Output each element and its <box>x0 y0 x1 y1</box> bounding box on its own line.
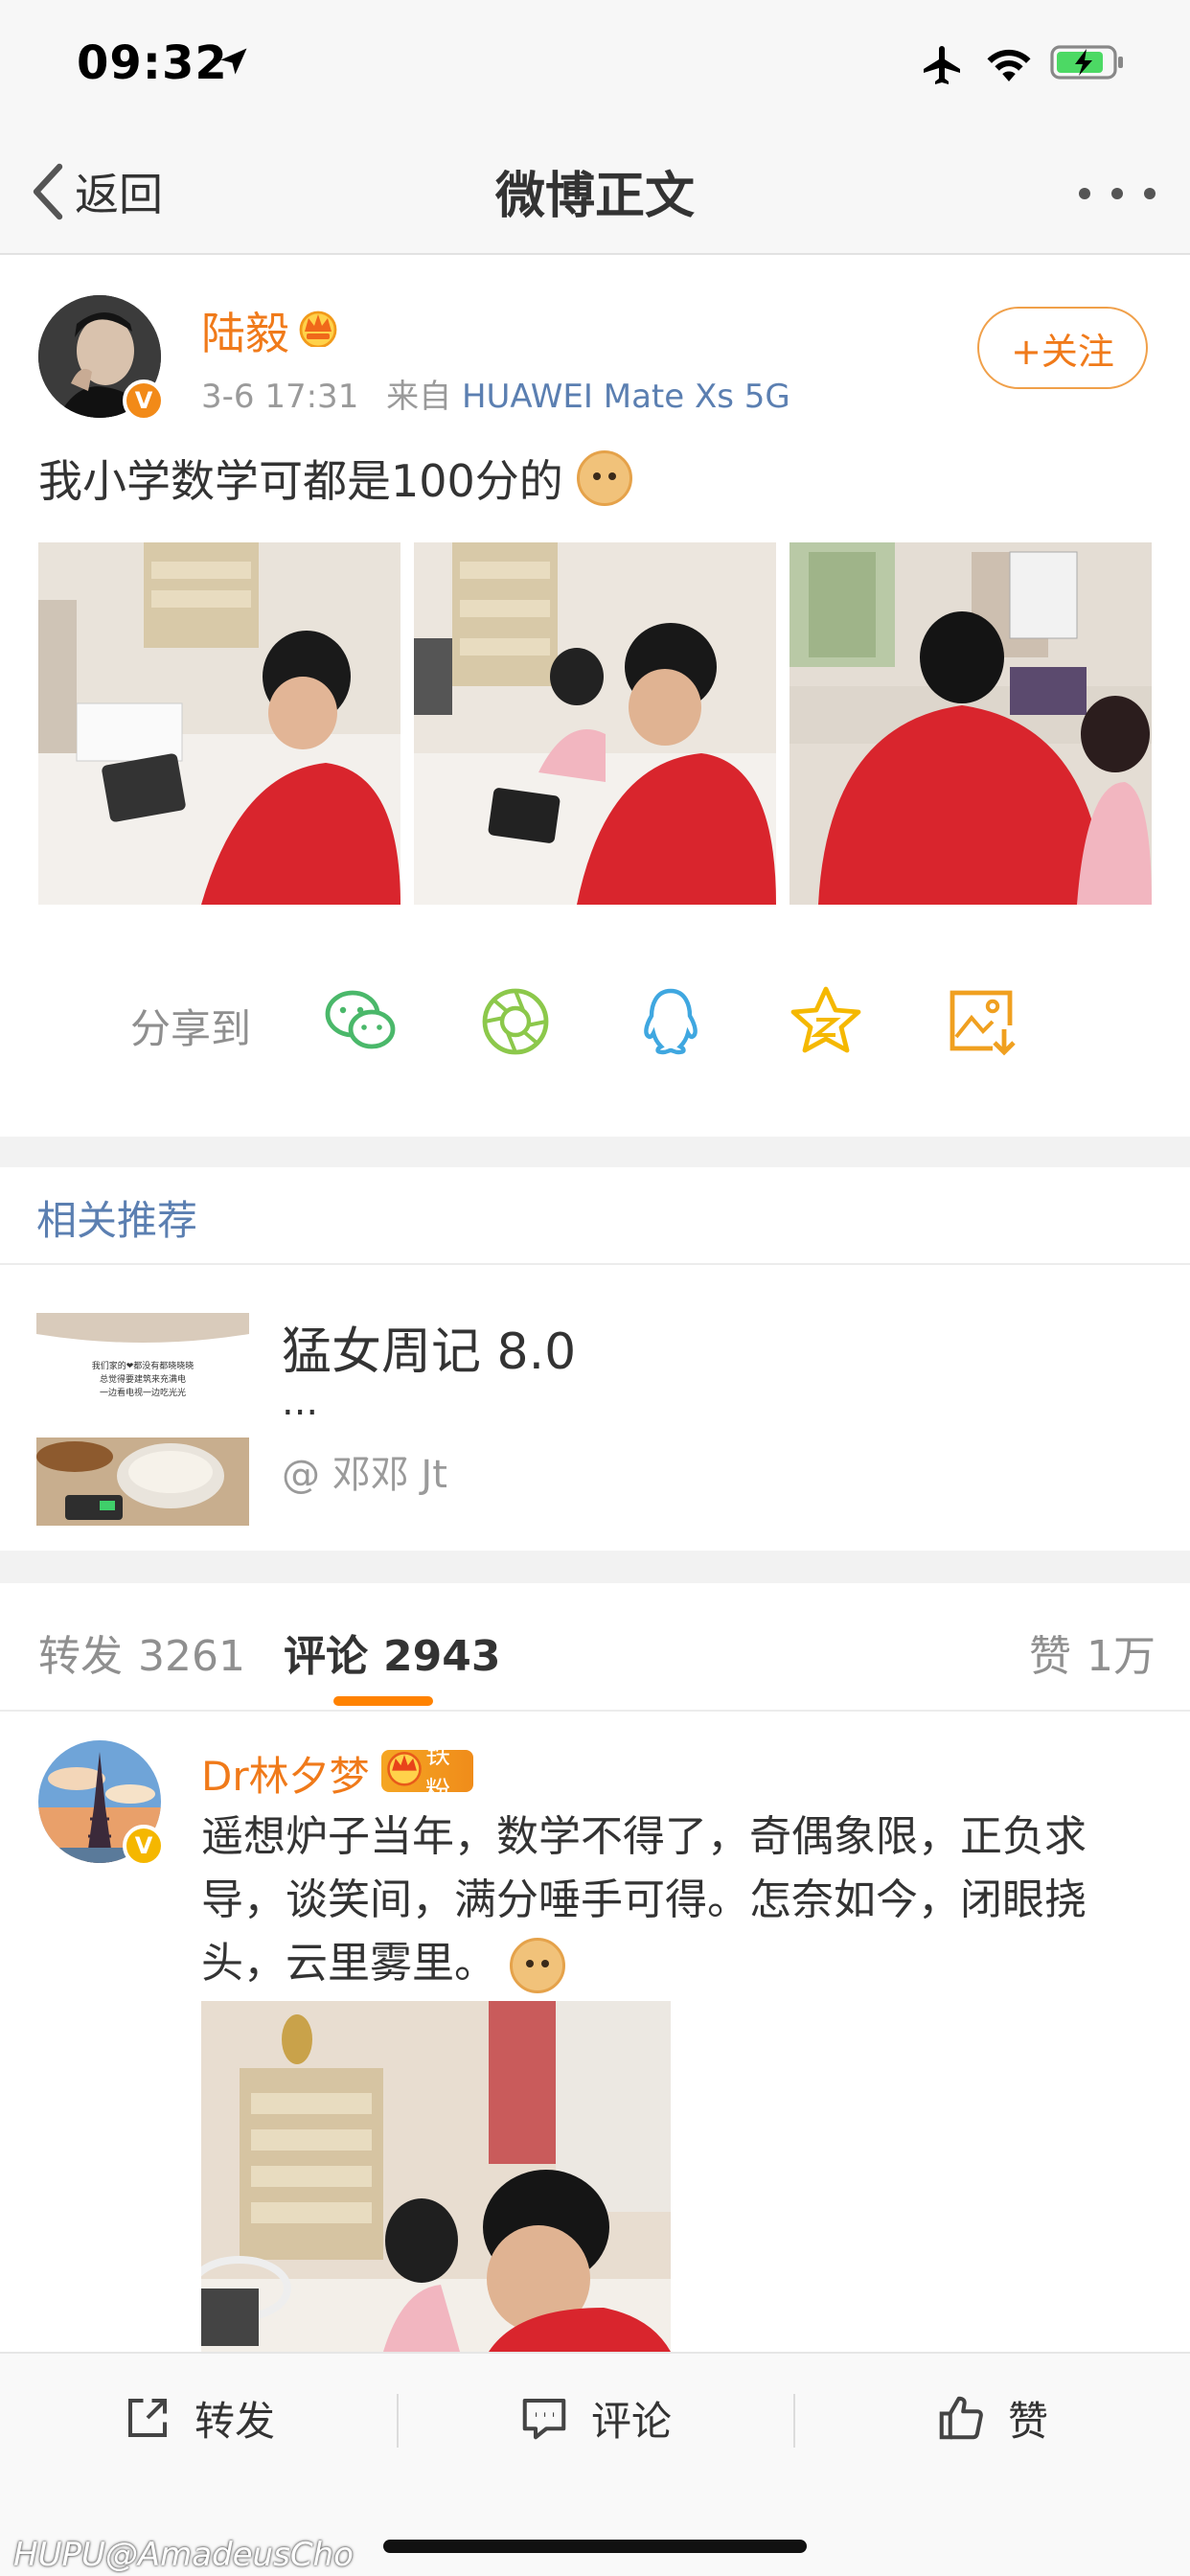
comment-text: 遥想炉子当年，数学不得了，奇偶象限，正负求导，谈笑间，满分唾手可得。怎奈如今，闭… <box>201 1812 1087 1988</box>
comment-icon <box>522 2398 566 2440</box>
post-timestamp: 3-6 17:31 <box>201 378 359 416</box>
thumbs-up-icon <box>939 2396 983 2440</box>
battery-charging-icon <box>1050 45 1123 80</box>
related-section: 相关推荐 我们家的❤都没有都晓晓晓 总觉得要建筑来充满电 一边看电视一边吃光光 … <box>0 1167 1190 1551</box>
share-label: 分享到 <box>130 1005 252 1052</box>
post-card: V 陆毅 3-6 17:31 来自 HUAWEI Mate Xs 5G +关注 … <box>0 257 1190 1137</box>
post-photo-1[interactable] <box>38 542 400 905</box>
doge-emoji-icon <box>510 1938 565 1993</box>
svg-text:总觉得要建筑来充满电: 总觉得要建筑来充满电 <box>100 1373 186 1385</box>
related-card-summary: ... <box>282 1380 319 1424</box>
doge-emoji-icon <box>576 450 632 506</box>
home-indicator[interactable] <box>383 2540 807 2553</box>
source-prefix: 来自 <box>386 378 452 416</box>
comment-item: V Dr林夕梦 铁粉 遥想炉子当年，数学不得了，奇偶象限，正负求导，谈笑间，满分… <box>0 1712 1190 2352</box>
tab-like[interactable]: 赞 1万 <box>1029 1622 1156 1683</box>
wifi-icon <box>987 49 1031 81</box>
tab-repost[interactable]: 转发 3261 <box>38 1622 245 1683</box>
post-text-row: 我小学数学可都是100分的 <box>38 447 632 510</box>
section-gap <box>0 1551 1190 1583</box>
commenter-name[interactable]: Dr林夕梦 <box>201 1744 370 1803</box>
related-title: 相关推荐 <box>36 1197 198 1244</box>
tab-like-count: 1万 <box>1087 1632 1156 1681</box>
verified-badge-icon: V <box>123 1825 165 1867</box>
qzone-icon[interactable] <box>788 983 864 1060</box>
post-meta: 3-6 17:31 来自 HUAWEI Mate Xs 5G <box>201 370 790 417</box>
status-time: 09:32 <box>77 36 228 90</box>
follow-button[interactable]: +关注 <box>977 307 1148 389</box>
tab-comment-label: 评论 <box>284 1632 368 1681</box>
location-arrow-icon <box>220 48 247 75</box>
active-tab-indicator <box>333 1696 433 1706</box>
status-bar: 09:32 <box>0 0 1190 126</box>
comment-text-block: 遥想炉子当年，数学不得了，奇偶象限，正负求导，谈笑间，满分唾手可得。怎奈如今，闭… <box>201 1806 1140 1995</box>
moments-icon[interactable] <box>477 983 554 1060</box>
post-photo-2[interactable] <box>414 542 776 905</box>
photo-grid <box>38 542 1152 905</box>
tab-comment-count: 2943 <box>383 1632 501 1681</box>
fan-crown-icon <box>387 1752 422 1786</box>
crown-icon <box>299 310 337 347</box>
related-card[interactable]: 我们家的❤都没有都晓晓晓 总觉得要建筑来充满电 一边看电视一边吃光光 猛女周记 … <box>0 1265 1190 1543</box>
like-button[interactable]: 赞 <box>793 2354 1190 2482</box>
tab-like-label: 赞 <box>1029 1632 1071 1681</box>
airplane-icon <box>924 46 960 84</box>
repost-button[interactable]: 转发 <box>0 2354 397 2482</box>
comment-button[interactable]: 评论 <box>397 2354 793 2482</box>
post-photo-3[interactable] <box>790 542 1152 905</box>
related-card-author: @ 邓邓 Jt <box>282 1453 447 1497</box>
repost-label: 转发 <box>194 2397 275 2445</box>
related-card-title: 猛女周记 8.0 <box>282 1323 577 1381</box>
like-label: 赞 <box>1007 2397 1048 2445</box>
tab-repost-count: 3261 <box>138 1632 245 1681</box>
save-image-icon[interactable] <box>943 983 1019 1060</box>
svg-text:我们家的❤都没有都晓晓晓: 我们家的❤都没有都晓晓晓 <box>92 1360 195 1371</box>
author-name[interactable]: 陆毅 <box>201 299 289 362</box>
section-gap <box>0 1137 1190 1167</box>
comment-photo[interactable] <box>201 2001 671 2352</box>
more-dots-icon <box>1079 188 1090 199</box>
post-text: 我小学数学可都是100分的 <box>38 455 563 507</box>
qq-icon[interactable] <box>632 983 709 1060</box>
page-title: 微博正文 <box>494 168 695 225</box>
share-row: 分享到 <box>0 968 1190 1073</box>
post-source[interactable]: HUAWEI Mate Xs 5G <box>462 378 790 416</box>
watermark: HUPU@AmadeusCho <box>13 2536 354 2574</box>
wechat-icon[interactable] <box>322 983 399 1060</box>
more-button[interactable] <box>1079 174 1156 213</box>
verified-badge-icon: V <box>123 380 165 422</box>
tab-comment[interactable]: 评论 2943 <box>284 1622 500 1683</box>
tab-repost-label: 转发 <box>38 1632 123 1681</box>
svg-text:一边看电视一边吃光光: 一边看电视一边吃光光 <box>100 1387 186 1398</box>
bottom-toolbar: 转发 评论 赞 HUPU@AmadeusCho <box>0 2352 1190 2576</box>
nav-bar: 返回 微博正文 <box>0 126 1190 255</box>
related-thumbnail: 我们家的❤都没有都晓晓晓 总觉得要建筑来充满电 一边看电视一边吃光光 <box>36 1313 249 1526</box>
repost-icon <box>127 2398 168 2438</box>
comment-label: 评论 <box>590 2397 672 2445</box>
